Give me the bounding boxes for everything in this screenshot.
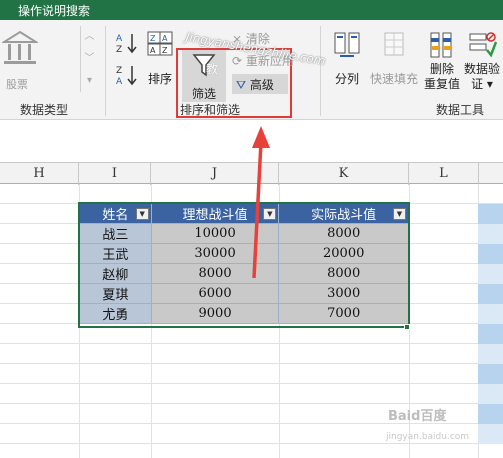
baidu-watermark: Baid百度	[388, 409, 447, 424]
arrow-shaft	[252, 141, 263, 279]
arrow-head	[252, 126, 270, 148]
baidu-watermark-url: jingyan.baidu.com	[386, 432, 470, 442]
annotation-arrow	[252, 126, 270, 279]
